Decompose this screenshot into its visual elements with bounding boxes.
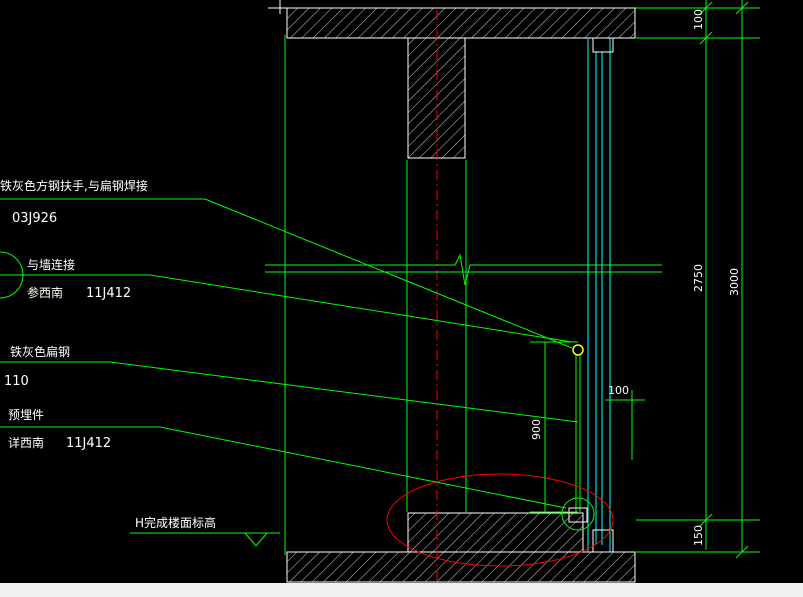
dim-bottom: 150 xyxy=(692,525,705,546)
handrail-ref: 03J926 xyxy=(12,211,57,226)
wall-connect-ref-prefix: 参西南 xyxy=(27,285,63,300)
embedded-ref-prefix: 详西南 xyxy=(8,435,44,450)
leader-lines xyxy=(0,198,579,509)
embedded-ref: 11J412 xyxy=(66,436,111,451)
dim-total: 3000 xyxy=(728,268,741,296)
dim-middle: 2750 xyxy=(692,264,705,292)
dimension-lines xyxy=(530,0,760,559)
dim-offset: 100 xyxy=(608,384,629,397)
handrail xyxy=(568,344,588,523)
status-strip xyxy=(0,583,803,597)
wall-connect-ref: 11J412 xyxy=(86,286,131,301)
cad-drawing-canvas[interactable]: 铁灰色方钢扶手,与扁钢焊接 03J926 与墙连接 参西南 11J412 铁灰色… xyxy=(0,0,803,597)
embedded-label: 预埋件 xyxy=(8,408,44,422)
flat-steel-label: 铁灰色扁钢 xyxy=(10,345,70,359)
dim-rail-height: 900 xyxy=(530,419,543,440)
window-frame xyxy=(587,37,614,553)
wall-connect-label: 与墙连接 xyxy=(27,257,75,272)
dim-top-slab: 100 xyxy=(692,9,705,30)
handrail-label: 铁灰色方钢扶手,与扁钢焊接 xyxy=(0,178,148,193)
floor-level-marker xyxy=(130,532,280,547)
top-slab xyxy=(268,0,637,39)
flat-steel-size: 110 xyxy=(4,374,29,389)
floor-level-label: H完成楼面标高 xyxy=(135,515,216,530)
bottom-slab xyxy=(286,512,636,583)
